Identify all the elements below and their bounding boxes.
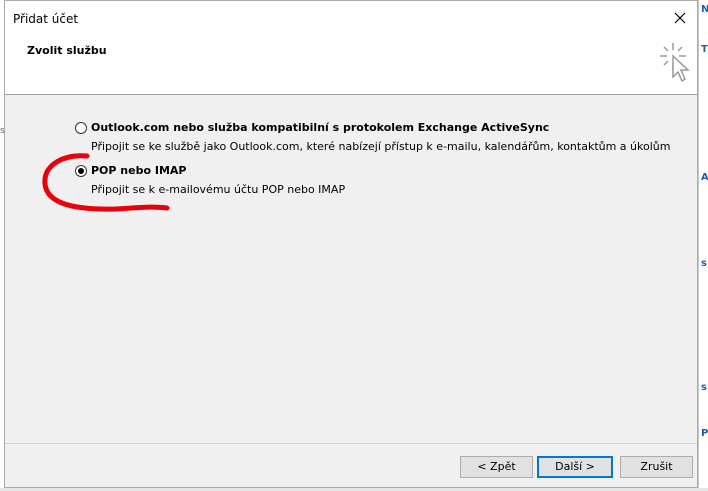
back-button[interactable]: < Zpět	[460, 456, 533, 478]
sparkle-cursor-icon	[660, 43, 690, 83]
option-label: Outlook.com nebo služba kompatibilní s p…	[91, 121, 550, 134]
cancel-button[interactable]: Zrušit	[620, 456, 693, 478]
title-bar: Přidat účet	[5, 1, 697, 35]
close-button[interactable]	[671, 9, 689, 27]
red-annotation-stroke	[42, 153, 170, 212]
radio-outlook-exchange[interactable]	[75, 122, 87, 134]
page-title: Zvolit službu	[27, 44, 107, 57]
add-account-dialog: Přidat účet Zvolit službu Outlook.com ne…	[4, 0, 698, 488]
window-title: Přidat účet	[13, 12, 79, 26]
wizard-header: Zvolit službu	[5, 35, 697, 95]
footer-divider	[5, 443, 697, 444]
next-button[interactable]: Další >	[537, 456, 613, 478]
background-window-right-edge: N T A s s P	[698, 0, 708, 491]
close-icon	[674, 12, 686, 24]
